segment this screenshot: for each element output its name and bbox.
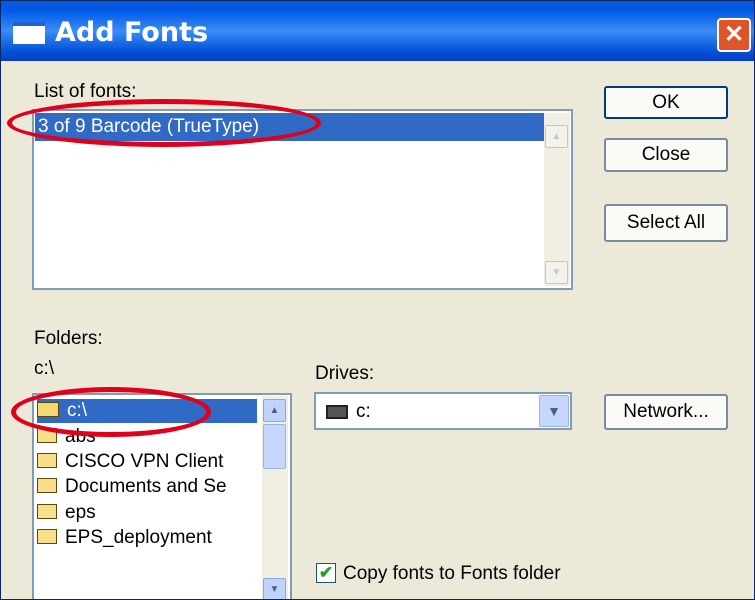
drives-selected-value: c: — [356, 401, 371, 422]
folder-item[interactable]: abs — [37, 425, 257, 449]
folder-list-scrollbar[interactable]: ▲ ▼ — [262, 396, 288, 599]
folder-icon — [37, 428, 57, 444]
drives-dropdown[interactable]: c: ▼ — [314, 392, 572, 430]
folder-item-label: Documents and Se — [65, 476, 227, 497]
scroll-down-arrow-icon[interactable]: ▼ — [263, 578, 286, 599]
scroll-up-arrow-icon[interactable]: ▲ — [263, 399, 286, 422]
folder-item[interactable]: c:\ — [37, 399, 257, 423]
folder-list[interactable]: c:\ abs CISCO VPN Client Documents and S… — [32, 393, 292, 599]
folder-item[interactable]: eps — [37, 501, 257, 525]
folder-item[interactable]: EPS_deployment — [37, 526, 257, 550]
window-title: Add Fonts — [55, 17, 209, 48]
close-button[interactable]: Close — [604, 138, 728, 172]
folder-item[interactable]: Documents and Se — [37, 475, 257, 499]
copy-fonts-label: Copy fonts to Fonts folder — [343, 563, 561, 584]
network-button[interactable]: Network... — [604, 394, 728, 430]
folders-label: Folders: — [34, 328, 103, 349]
folder-icon — [37, 478, 57, 494]
folder-icon — [37, 529, 57, 545]
select-all-button[interactable]: Select All — [604, 204, 728, 242]
close-window-button[interactable]: ✕ — [717, 18, 751, 52]
folder-item[interactable]: CISCO VPN Client — [37, 450, 257, 474]
folder-item-label: abs — [65, 426, 96, 447]
font-list-scrollbar[interactable]: ▲ ▼ — [544, 113, 570, 286]
folder-icon — [37, 504, 57, 520]
current-folder-path: c:\ — [34, 358, 55, 379]
add-fonts-dialog: Add Fonts ✕ List of fonts: 3 of 9 Barcod… — [0, 0, 755, 600]
window-icon — [13, 22, 45, 44]
font-list-item[interactable]: 3 of 9 Barcode (TrueType) — [35, 113, 544, 141]
list-of-fonts-label: List of fonts: — [34, 81, 137, 102]
folder-icon — [37, 453, 57, 469]
title-bar[interactable]: Add Fonts ✕ — [1, 1, 754, 61]
drives-label: Drives: — [315, 363, 375, 384]
folder-list-scroll-thumb[interactable] — [263, 424, 286, 469]
hard-drive-icon — [326, 405, 348, 419]
font-list[interactable]: 3 of 9 Barcode (TrueType) ▲ ▼ — [32, 109, 573, 290]
folder-item-label: eps — [65, 502, 96, 523]
open-folder-icon — [37, 402, 59, 418]
copy-fonts-checkbox[interactable]: ✔ — [316, 563, 336, 583]
folder-item-label: EPS_deployment — [65, 527, 212, 548]
chevron-down-icon[interactable]: ▼ — [539, 395, 569, 427]
scroll-up-arrow-icon[interactable]: ▲ — [545, 125, 568, 148]
folder-item-label: c:\ — [67, 400, 88, 421]
scroll-down-arrow-icon[interactable]: ▼ — [545, 261, 568, 284]
folder-item-label: CISCO VPN Client — [65, 451, 224, 472]
ok-button[interactable]: OK — [604, 86, 728, 119]
